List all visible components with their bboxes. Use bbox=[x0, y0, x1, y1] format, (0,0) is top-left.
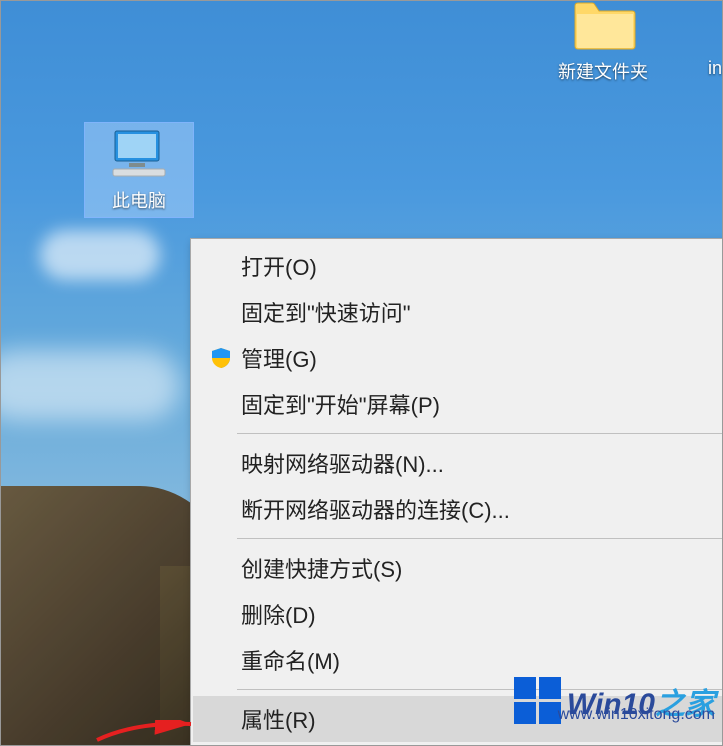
menu-label: 管理(G) bbox=[241, 342, 718, 374]
uac-shield-icon bbox=[201, 346, 241, 370]
context-menu: 打开(O) 固定到"快速访问" 管理(G) 固定到"开始"屏幕(P) bbox=[190, 238, 723, 746]
menu-item-delete[interactable]: 删除(D) bbox=[193, 591, 723, 637]
desktop-icon-label: 新建文件夹 bbox=[553, 58, 653, 84]
decorative-cloud bbox=[40, 230, 160, 280]
menu-separator bbox=[237, 689, 723, 690]
menu-item-manage[interactable]: 管理(G) bbox=[193, 335, 723, 381]
desktop-icon-label: in bbox=[695, 58, 723, 79]
desktop-icon-truncated[interactable]: in bbox=[695, 0, 723, 79]
menu-label: 固定到"快速访问" bbox=[241, 296, 718, 328]
menu-separator bbox=[237, 433, 723, 434]
menu-label: 创建快捷方式(S) bbox=[241, 552, 718, 584]
decorative-cloud bbox=[0, 350, 180, 420]
menu-item-open[interactable]: 打开(O) bbox=[193, 243, 723, 289]
menu-item-create-shortcut[interactable]: 创建快捷方式(S) bbox=[193, 545, 723, 591]
menu-label: 打开(O) bbox=[241, 250, 718, 282]
computer-icon bbox=[109, 129, 169, 179]
desktop-icon-new-folder[interactable]: 新建文件夹 bbox=[553, 0, 653, 84]
menu-item-rename[interactable]: 重命名(M) bbox=[193, 637, 723, 683]
menu-label: 删除(D) bbox=[241, 598, 718, 630]
menu-item-disconnect-network-drive[interactable]: 断开网络驱动器的连接(C)... bbox=[193, 486, 723, 532]
folder-icon bbox=[573, 0, 633, 50]
desktop-icon-this-pc[interactable]: 此电脑 bbox=[84, 122, 194, 218]
desktop-background[interactable]: 新建文件夹 in 此电脑 打开(O) 固定到"快速访问" bbox=[0, 0, 723, 746]
menu-separator bbox=[237, 538, 723, 539]
menu-label: 重命名(M) bbox=[241, 644, 718, 676]
desktop-icon-label: 此电脑 bbox=[89, 187, 189, 213]
menu-item-pin-quick-access[interactable]: 固定到"快速访问" bbox=[193, 289, 723, 335]
menu-label: 断开网络驱动器的连接(C)... bbox=[241, 493, 718, 525]
menu-label: 固定到"开始"屏幕(P) bbox=[241, 388, 718, 420]
menu-label: 映射网络驱动器(N)... bbox=[241, 447, 718, 479]
menu-item-properties[interactable]: 属性(R) bbox=[193, 696, 723, 742]
menu-item-map-network-drive[interactable]: 映射网络驱动器(N)... bbox=[193, 440, 723, 486]
generic-icon bbox=[695, 0, 723, 50]
menu-item-pin-start[interactable]: 固定到"开始"屏幕(P) bbox=[193, 381, 723, 427]
menu-label: 属性(R) bbox=[241, 703, 718, 735]
